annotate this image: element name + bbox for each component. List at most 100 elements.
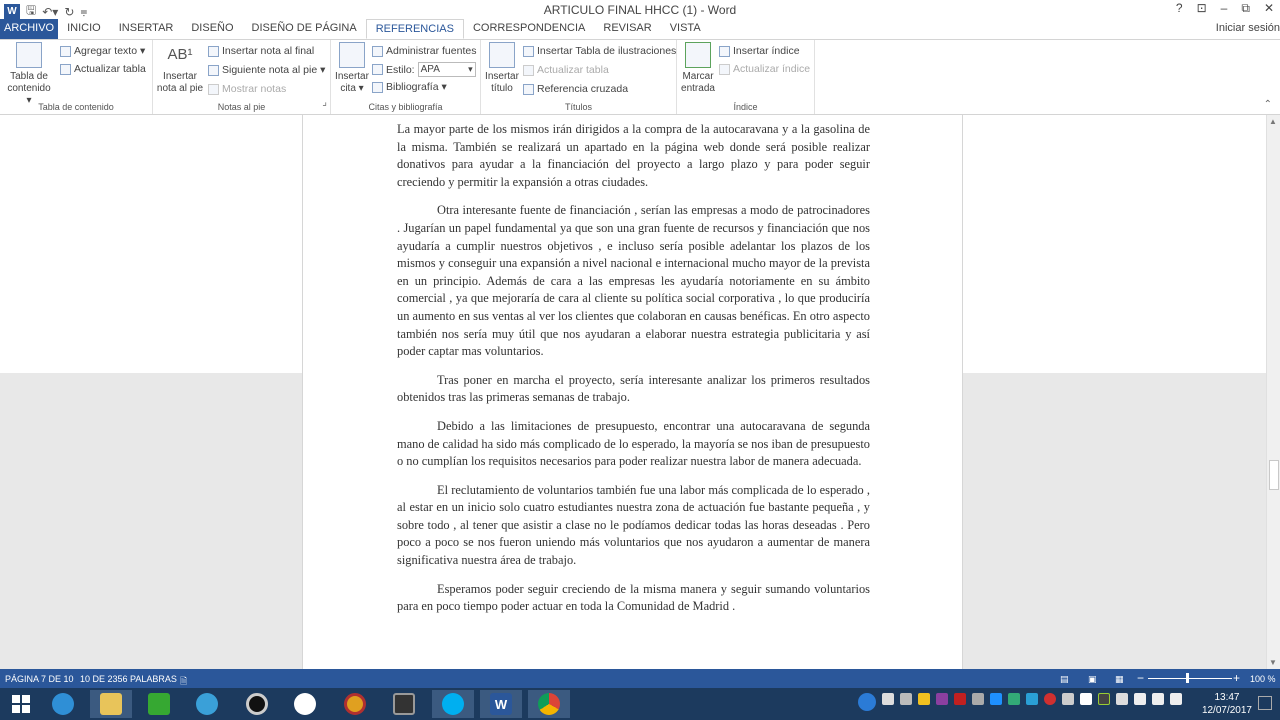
tray-icon[interactable] (900, 693, 912, 705)
minimize-button[interactable]: – (1221, 1, 1228, 16)
tray-icon[interactable] (1008, 693, 1020, 705)
tray-icon[interactable] (1098, 693, 1110, 705)
style-select[interactable]: APA (417, 62, 476, 77)
close-button[interactable]: ✕ (1264, 1, 1274, 16)
tray-icon[interactable] (936, 693, 948, 705)
mark-entry-button[interactable]: Marcar entrada (679, 42, 717, 95)
paragraph[interactable]: Esperamos poder seguir creciendo de la m… (397, 581, 870, 616)
taskbar-app-plane[interactable] (186, 690, 228, 718)
page-body[interactable]: La mayor parte de los mismos irán dirigi… (397, 115, 870, 627)
manage-sources-button[interactable]: Administrar fuentes (372, 45, 476, 57)
taskbar-app-media[interactable] (236, 690, 278, 718)
taskbar-store[interactable] (138, 690, 180, 718)
collapse-ribbon-icon[interactable]: ⌃ (1264, 99, 1272, 110)
tab-mailings[interactable]: CORRESPONDENCIA (464, 19, 594, 39)
style-icon (372, 64, 383, 75)
vertical-scrollbar[interactable]: ▲ ▼ (1266, 115, 1280, 669)
scroll-thumb[interactable] (1269, 460, 1279, 490)
battery-icon[interactable] (1134, 693, 1146, 705)
scroll-down-icon[interactable]: ▼ (1269, 658, 1277, 667)
right-margin-area (963, 115, 1266, 373)
paragraph[interactable]: Debido a las limitaciones de presupuesto… (397, 418, 870, 471)
zoom-slider[interactable] (1148, 678, 1232, 679)
zoom-in-button[interactable]: + (1233, 671, 1240, 685)
ribbon-display-button[interactable]: ⊡ (1197, 1, 1207, 16)
tab-view[interactable]: VISTA (661, 19, 710, 39)
help-tray-icon[interactable] (858, 693, 876, 711)
tab-references[interactable]: REFERENCIAS (365, 19, 464, 39)
table-figures-icon (523, 45, 534, 57)
update-index-button[interactable]: Actualizar índice (719, 63, 810, 75)
bibliography-button[interactable]: Bibliografía ▾ (372, 81, 447, 93)
update-table-figures-button[interactable]: Actualizar tabla (523, 64, 609, 76)
tray-icon[interactable] (1044, 693, 1056, 705)
print-layout-icon[interactable]: ▣ (1088, 674, 1097, 685)
paragraph[interactable]: La mayor parte de los mismos irán dirigi… (397, 121, 870, 191)
insert-caption-button[interactable]: Insertar título (483, 42, 521, 95)
zoom-level[interactable]: 100 % (1250, 674, 1276, 684)
cross-reference-icon (523, 83, 534, 95)
tray-icon[interactable] (918, 693, 930, 705)
citation-icon (339, 42, 365, 68)
page-count[interactable]: PÁGINA 7 DE 10 (5, 674, 74, 684)
paragraph[interactable]: El reclutamiento de voluntarios también … (397, 482, 870, 570)
tab-review[interactable]: REVISAR (594, 19, 660, 39)
web-layout-icon[interactable]: ▦ (1115, 674, 1124, 685)
tab-page-layout[interactable]: DISEÑO DE PÁGINA (243, 19, 366, 39)
title-bar: W 🖫 ↶▾ ↻ ⩦ ARTICULO FINAL HHCC (1) - Wor… (0, 0, 1280, 20)
taskbar-explorer[interactable] (90, 690, 132, 718)
footnotes-dialog-launcher-icon[interactable]: ⌟ (322, 97, 327, 108)
paragraph[interactable]: Tras poner en marcha el proyecto, sería … (397, 372, 870, 407)
paragraph[interactable]: Otra interesante fuente de financiación … (397, 202, 870, 360)
read-mode-icon[interactable]: ▤ (1060, 674, 1069, 685)
clock[interactable]: 13:47 12/07/2017 (1202, 691, 1252, 717)
tray-icon[interactable] (990, 693, 1002, 705)
taskbar-skype[interactable] (432, 690, 474, 718)
zoom-out-button[interactable]: − (1137, 671, 1144, 685)
tab-file[interactable]: ARCHIVO (0, 19, 59, 39)
tray-icon[interactable] (954, 693, 966, 705)
tray-icon[interactable] (882, 693, 894, 705)
insert-table-figures-button[interactable]: Insertar Tabla de ilustraciones (523, 45, 676, 57)
word-count[interactable]: 10 DE 2356 PALABRAS (80, 674, 177, 684)
toc-button[interactable]: Tabla de contenido ▾ (4, 42, 54, 107)
tab-design[interactable]: DISEÑO (182, 19, 242, 39)
insert-index-icon (719, 45, 730, 57)
notifications-icon[interactable] (1258, 696, 1272, 710)
add-text-button[interactable]: Agregar texto ▾ (60, 45, 145, 57)
flag-icon[interactable] (1062, 693, 1074, 705)
show-notes-button[interactable]: Mostrar notas (208, 83, 286, 95)
taskbar-word[interactable]: W (480, 690, 522, 718)
tray-icon[interactable] (1026, 693, 1038, 705)
next-footnote-button[interactable]: Siguiente nota al pie ▾ (208, 64, 325, 76)
help-button[interactable]: ? (1176, 1, 1183, 16)
bluetooth-icon[interactable] (1080, 693, 1092, 705)
network-icon[interactable] (1152, 693, 1164, 705)
volume-icon[interactable] (1170, 693, 1182, 705)
taskbar-hp[interactable] (284, 690, 326, 718)
update-toc-button[interactable]: Actualizar tabla (60, 63, 146, 75)
insert-endnote-button[interactable]: Insertar nota al final (208, 45, 314, 57)
tab-home[interactable]: INICIO (58, 19, 110, 39)
taskbar-ie[interactable] (42, 690, 84, 718)
taskbar-app-disc[interactable] (334, 690, 376, 718)
insert-index-button[interactable]: Insertar índice (719, 45, 800, 57)
restore-button[interactable]: ⧉ (1241, 1, 1250, 16)
zoom-slider-thumb[interactable] (1186, 673, 1189, 683)
tray-icon[interactable] (1116, 693, 1128, 705)
internet-explorer-icon (52, 693, 74, 715)
document-page[interactable]: La mayor parte de los mismos irán dirigi… (302, 115, 963, 669)
citations-group-label: Citas y bibliografía (368, 102, 443, 112)
scroll-up-icon[interactable]: ▲ (1269, 117, 1277, 126)
start-button[interactable] (0, 690, 42, 718)
taskbar-chrome[interactable] (528, 690, 570, 718)
insert-citation-button[interactable]: Insertar cita ▾ (333, 42, 371, 95)
sign-in-link[interactable]: Iniciar sesión (1216, 22, 1280, 34)
taskbar-app-camera[interactable] (383, 690, 425, 718)
tab-insert[interactable]: INSERTAR (110, 19, 183, 39)
cross-reference-button[interactable]: Referencia cruzada (523, 83, 628, 95)
media-app-icon (246, 693, 268, 715)
insert-footnote-button[interactable]: AB¹ Insertar nota al pie (153, 42, 207, 95)
tray-icon[interactable] (972, 693, 984, 705)
toc-group-label: Tabla de contenido (38, 102, 114, 112)
